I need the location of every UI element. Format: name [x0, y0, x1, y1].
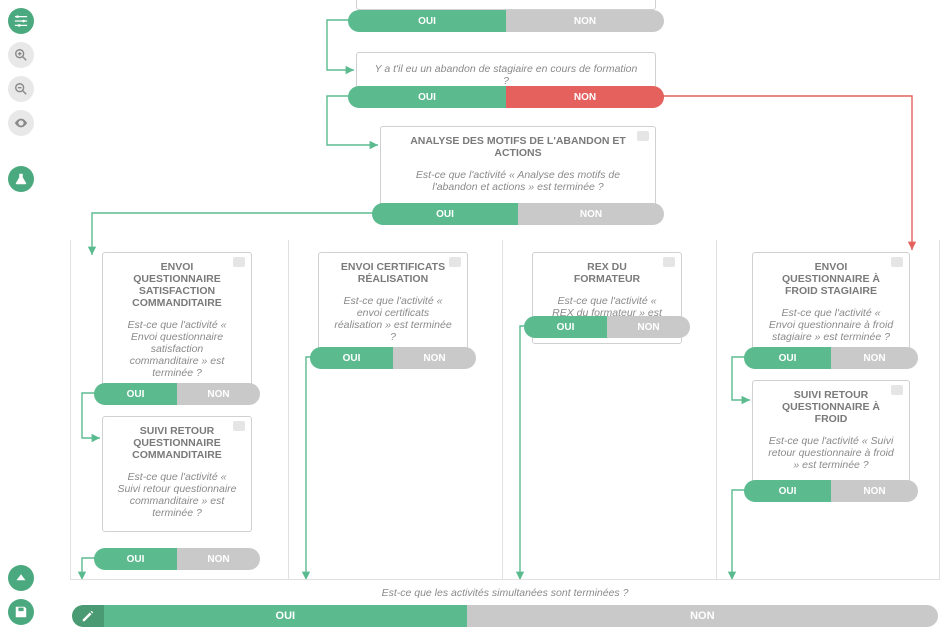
node-top1-question: Est-ce que l'activité « Jour 1 la format…	[357, 0, 655, 9]
suiviComm-oui-button[interactable]: OUI	[94, 548, 177, 570]
divider	[716, 240, 717, 580]
suiviFroid-question: Est-ce que l'activité « Suivi retour que…	[753, 429, 909, 483]
envoiCert-oui-button[interactable]: OUI	[310, 347, 393, 369]
analyse-oui-button[interactable]: OUI	[372, 203, 518, 225]
top2-oui-button[interactable]: OUI	[348, 86, 506, 108]
envoiSat-title: ENVOI QUESTIONNAIRE SATISFACTION COMMAND…	[103, 253, 251, 313]
divider	[288, 240, 289, 580]
envoiCert-non-button[interactable]: NON	[393, 347, 476, 369]
suiviComm-title: SUIVI RETOUR QUESTIONNAIRE COMMANDITAIRE	[103, 417, 251, 465]
envoiFroid-title: ENVOI QUESTIONNAIRE À FROID STAGIAIRE	[753, 253, 909, 301]
suiviComm-non-button[interactable]: NON	[177, 548, 260, 570]
node-menu-icon[interactable]	[663, 257, 675, 267]
bottom-non-button[interactable]: NON	[467, 605, 938, 627]
zoom-in-icon[interactable]	[8, 42, 34, 68]
suiviComm-question: Est-ce que l'activité « Suivi retour que…	[103, 465, 251, 531]
bottom-pen-icon[interactable]	[72, 605, 104, 627]
eye-icon[interactable]	[8, 110, 34, 136]
scroll-up-icon[interactable]	[8, 565, 34, 591]
envoiSat-question: Est-ce que l'activité « Envoi questionna…	[103, 313, 251, 391]
zoom-out-icon[interactable]	[8, 76, 34, 102]
bottom-question: Est-ce que les activités simultanées son…	[72, 581, 938, 605]
save-icon[interactable]	[8, 599, 34, 625]
envoiCert-title: ENVOI CERTIFICATS RÉALISATION	[319, 253, 467, 289]
top1-non-button[interactable]: NON	[506, 10, 664, 32]
node-menu-icon[interactable]	[449, 257, 461, 267]
rex-title: REX DU FORMATEUR	[533, 253, 681, 289]
analyse-non-button[interactable]: NON	[518, 203, 664, 225]
suiviFroid-non-button[interactable]: NON	[831, 480, 918, 502]
analyse-title: ANALYSE DES MOTIFS DE L'ABANDON ET ACTIO…	[381, 127, 655, 163]
flask-icon[interactable]	[8, 166, 34, 192]
envoiFroid-oui-button[interactable]: OUI	[744, 347, 831, 369]
divider	[502, 240, 503, 580]
rex-oui-button[interactable]: OUI	[524, 316, 607, 338]
envoiSat-oui-button[interactable]: OUI	[94, 383, 177, 405]
node-menu-icon[interactable]	[233, 421, 245, 431]
node-menu-icon[interactable]	[891, 257, 903, 267]
rex-non-button[interactable]: NON	[607, 316, 690, 338]
analyse-question: Est-ce que l'activité « Analyse des moti…	[381, 163, 655, 205]
suiviFroid-oui-button[interactable]: OUI	[744, 480, 831, 502]
settings-icon[interactable]	[8, 8, 34, 34]
top2-non-button[interactable]: NON	[506, 86, 664, 108]
suiviFroid-title: SUIVI RETOUR QUESTIONNAIRE À FROID	[753, 381, 909, 429]
envoiSat-non-button[interactable]: NON	[177, 383, 260, 405]
node-menu-icon[interactable]	[637, 131, 649, 141]
node-menu-icon[interactable]	[233, 257, 245, 267]
top1-oui-button[interactable]: OUI	[348, 10, 506, 32]
envoiCert-question: Est-ce que l'activité « envoi certificat…	[319, 289, 467, 355]
bottom-oui-button[interactable]: OUI	[104, 605, 467, 627]
envoiFroid-non-button[interactable]: NON	[831, 347, 918, 369]
node-menu-icon[interactable]	[891, 385, 903, 395]
